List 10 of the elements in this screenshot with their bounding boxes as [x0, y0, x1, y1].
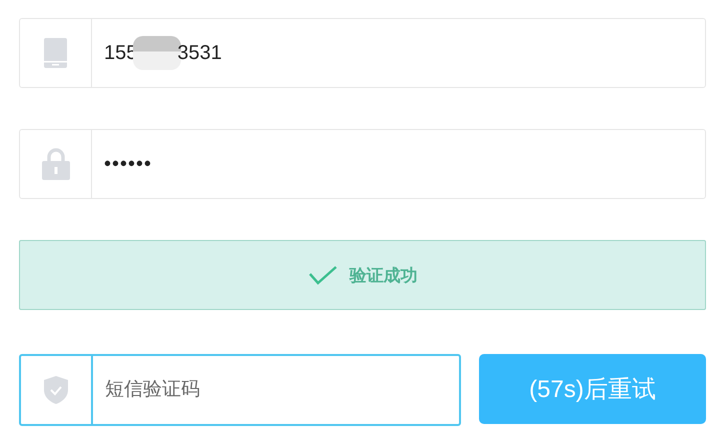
sms-code-input[interactable]: 短信验证码 [93, 356, 459, 424]
phone-number-end: 3531 [177, 42, 222, 64]
check-icon [308, 265, 338, 285]
sms-code-field[interactable]: 短信验证码 [19, 354, 461, 426]
password-value: •••••• [104, 152, 152, 176]
password-field[interactable]: •••••• [19, 129, 706, 199]
shield-icon [43, 375, 69, 405]
verification-text: 验证成功 [350, 264, 418, 286]
phone-icon [44, 38, 67, 68]
lock-icon [42, 148, 70, 180]
